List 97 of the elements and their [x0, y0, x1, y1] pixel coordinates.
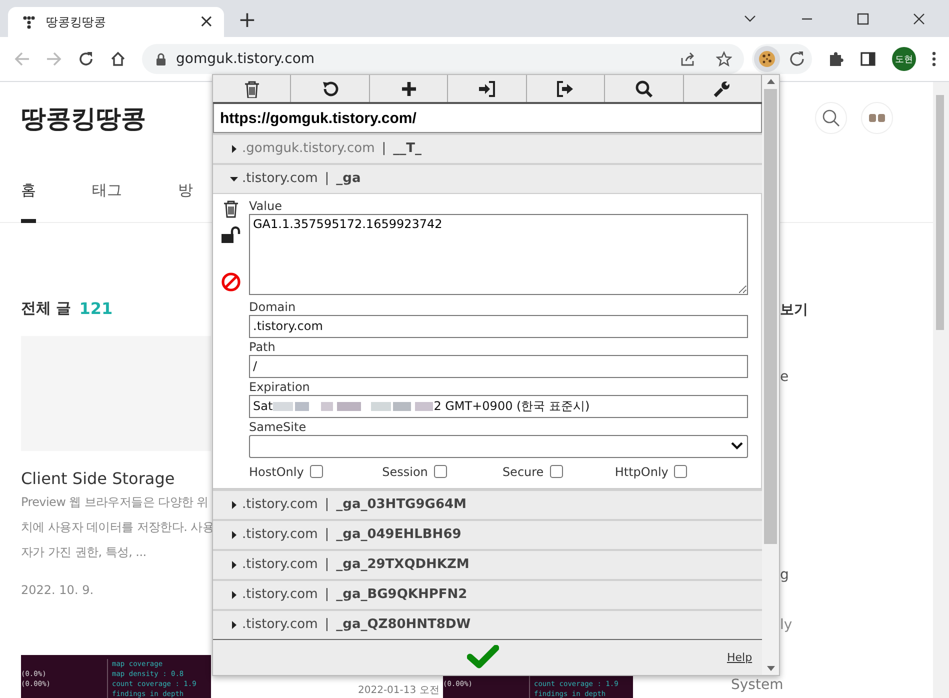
cookie-row[interactable]: .gomguk.tistory.com | __T_	[213, 132, 762, 163]
wrench-icon	[713, 80, 732, 98]
caret-icon	[230, 144, 238, 153]
reload-icon[interactable]	[78, 51, 94, 67]
browser-tab[interactable]: 땅콩킹땅콩 ×	[8, 7, 224, 37]
field-label: Domain	[249, 300, 297, 314]
puzzle-icon[interactable]	[828, 51, 844, 67]
cookie-row[interactable]: .tistory.com | _ga_03HTG9G64M	[213, 488, 762, 519]
expiration-field[interactable]: Sat 2 GMT+0900 (한국 표준시)	[249, 394, 748, 418]
post-title[interactable]: Client Side Storage	[21, 469, 211, 488]
reload-icon[interactable]	[788, 50, 806, 68]
nav-tab[interactable]: 홈	[21, 154, 36, 222]
checkbox[interactable]	[310, 465, 323, 478]
sidebar-text: 보기	[780, 301, 809, 319]
cookie-button[interactable]	[754, 46, 780, 72]
field-label: Path	[249, 340, 276, 354]
cookie-row[interactable]: .tistory.com | _ga_049EHLBH69	[213, 518, 762, 549]
field-label: SameSite	[249, 420, 308, 434]
checkbox[interactable]	[674, 465, 688, 478]
caret-icon	[230, 560, 238, 569]
cookie-row[interactable]: .tistory.com | _ga_QZ80HNT8DW	[213, 608, 762, 639]
profile-avatar[interactable]: 도현	[892, 47, 916, 71]
lock-icon	[156, 52, 166, 66]
samesite-dropdown[interactable]	[249, 434, 748, 458]
export-button[interactable]	[526, 75, 606, 102]
trash-icon	[242, 80, 261, 98]
caret-icon	[230, 174, 238, 183]
caret-icon	[230, 620, 238, 629]
blog-avatar[interactable]	[861, 102, 893, 134]
scrollbar[interactable]	[933, 82, 949, 698]
caret-icon	[230, 500, 238, 509]
share-icon[interactable]	[680, 51, 696, 67]
prohibited-icon	[221, 272, 241, 292]
cookie-icon	[758, 50, 776, 68]
field-label: Expiration	[249, 380, 311, 394]
post-date: 2022-01-13 오전	[358, 684, 440, 697]
trash-icon	[223, 200, 239, 218]
field-label: Value	[249, 198, 283, 213]
tab-title: 땅콩킹땅콩	[46, 14, 107, 30]
plus-icon	[400, 80, 418, 98]
checkbox-label: HttpOnly	[614, 464, 668, 479]
chevron-down-icon	[731, 442, 743, 450]
arrow-into-box-icon	[478, 80, 496, 98]
sidebar-text: e	[780, 369, 790, 385]
star-icon[interactable]	[716, 51, 732, 67]
sidebar-text: g	[780, 567, 790, 583]
scroll-down-icon	[766, 666, 775, 671]
new-tab-button[interactable]: +	[238, 10, 256, 32]
add-button[interactable]	[370, 75, 448, 102]
maximize-icon[interactable]	[857, 12, 869, 24]
sidebar-text: ly	[780, 617, 794, 633]
caret-icon	[230, 590, 238, 599]
checkbox[interactable]	[434, 465, 447, 478]
help-link[interactable]: Help	[726, 650, 752, 664]
search-button[interactable]	[605, 75, 684, 102]
settings-button[interactable]	[684, 75, 762, 102]
undo-icon	[321, 80, 340, 98]
checkbox-label: Secure	[502, 464, 544, 479]
close-button[interactable]: ×	[198, 13, 214, 31]
close-icon[interactable]	[913, 12, 925, 24]
post-count: 121	[79, 299, 113, 318]
checkbox-label: HostOnly	[249, 464, 304, 479]
unlocked-padlock-icon	[221, 226, 241, 244]
cookie-row[interactable]: .tistory.com | _ga_BG9QKHPFN2	[213, 578, 762, 609]
block-button[interactable]	[221, 272, 241, 292]
blog-title[interactable]: 땅콩킹땅콩	[21, 102, 146, 134]
post-date: 2022. 10. 9.	[21, 583, 95, 597]
search-icon	[634, 80, 653, 98]
checkmark-icon	[466, 645, 499, 670]
value-field[interactable]: GA1.1.357595172.1659923742	[249, 214, 748, 295]
scroll-up-icon	[766, 79, 775, 84]
post-excerpt: Preview 웹 브라우저들은 다양한 위치에 사용자 데이터를 저장한다. 사용자가 가진 권한, 특성, ...	[21, 494, 216, 561]
address-bar[interactable]: gomguk.tistory.com	[142, 44, 744, 74]
checkbox-label: Session	[382, 464, 428, 479]
import-button[interactable]	[448, 75, 527, 102]
sidebar-text: System	[731, 677, 784, 693]
search-icon	[822, 109, 840, 127]
nav-tab[interactable]: 방	[178, 154, 193, 222]
caret-icon	[230, 530, 238, 539]
path-field[interactable]: /	[249, 354, 748, 378]
nav-tab[interactable]: 태그	[92, 154, 122, 222]
lock-button[interactable]	[221, 226, 241, 244]
dots-icon	[22, 15, 36, 29]
home-icon[interactable]	[110, 51, 126, 67]
section-title: 전체 글	[21, 299, 72, 318]
delete-all-button[interactable]	[213, 75, 292, 102]
cookie-row[interactable]: .tistory.com | _ga_29TXQDHKZM	[213, 548, 762, 579]
checkbox[interactable]	[550, 465, 563, 478]
cookie-row[interactable]: .tistory.com | _ga	[213, 162, 762, 193]
menu-icon[interactable]	[932, 51, 936, 67]
undo-button[interactable]	[291, 75, 370, 102]
scrollbar[interactable]	[762, 75, 779, 675]
save-button[interactable]	[466, 645, 499, 670]
arrow-out-of-box-icon	[556, 80, 574, 98]
domain-field[interactable]: .tistory.com	[249, 314, 748, 338]
side-panel-icon[interactable]	[860, 51, 876, 67]
delete-button[interactable]	[223, 200, 239, 218]
